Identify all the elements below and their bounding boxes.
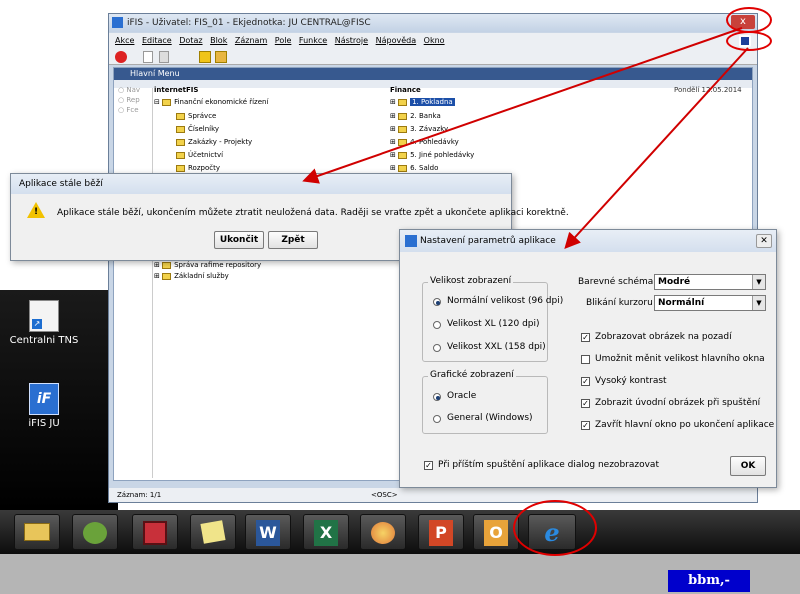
annotation-arrow [564, 47, 749, 249]
annotation-arrows [302, 27, 749, 249]
annotation-arrow [302, 27, 743, 184]
